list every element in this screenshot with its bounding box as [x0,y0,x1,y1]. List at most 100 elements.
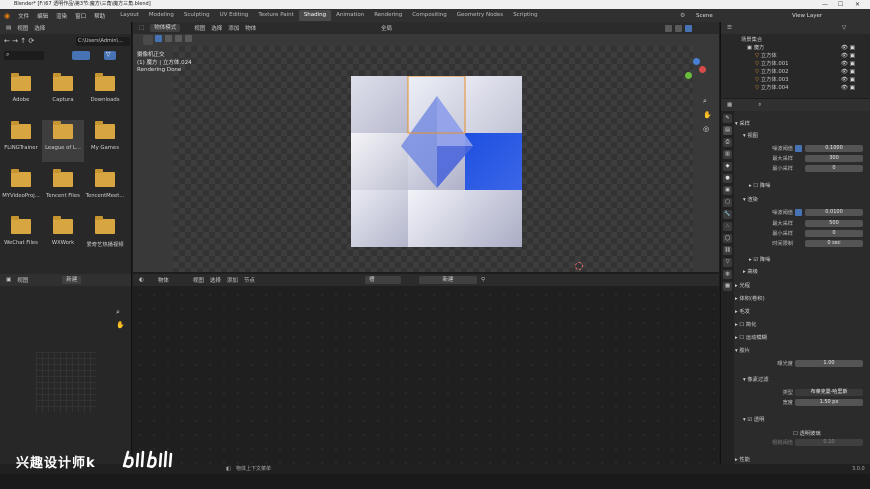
render-min-samples-field[interactable]: 0 [805,230,863,237]
3d-viewport[interactable]: ⬚ 物体模式 视图 选择 添加 物体 全局 摄像机正交 (1) 魔方 | 立方体… [133,22,719,272]
subsection-pixel-filter[interactable]: ▾ 像素过滤 [743,375,870,383]
thumbnail-view-button[interactable] [72,51,90,60]
rendered-shading-icon[interactable] [685,24,692,32]
outliner-object[interactable]: ▽ 立方体.003 [741,76,788,84]
outliner-object[interactable]: ▽ 立方体.002 [741,68,788,76]
subsection-render-denoise[interactable]: ▸ ☑ 降噪 [749,255,870,263]
eye-icon[interactable]: 👁 ▣ [841,68,855,76]
3d-cursor-icon[interactable] [575,262,583,270]
section-light-paths[interactable]: ▸ 光程 [735,281,870,289]
outliner-object[interactable]: ▽ 立方体.004 [741,84,788,92]
tab-geometry-nodes[interactable]: Geometry Nodes [452,10,508,21]
particles-tab-icon[interactable]: ∴ [723,222,732,231]
eye-icon[interactable]: 👁 ▣ [841,84,855,92]
folder-item[interactable]: FLiNGTrainer [0,121,42,151]
subsection-viewport[interactable]: ▾ 视图 [743,131,870,139]
section-volumes[interactable]: ▸ 体积(卷积) [735,294,870,302]
material-tab-icon[interactable]: ◍ [723,270,732,279]
filter-icon[interactable]: ▽ [842,25,846,31]
eye-icon[interactable]: 👁 ▣ [841,52,855,60]
render-noise-checkbox[interactable] [795,209,802,216]
folder-item[interactable]: Captura [42,73,84,103]
material-shading-icon[interactable] [675,24,682,32]
tab-layout[interactable]: Layout [115,10,144,21]
tool-tab-icon[interactable]: ✎ [723,114,732,123]
subsection-viewport-denoise[interactable]: ▸ ☐ 降噪 [749,181,870,189]
vp-menu-view[interactable]: 视图 [194,24,205,32]
view-layer-tab-icon[interactable]: ▥ [723,150,732,159]
section-motion-blur[interactable]: ▸ ☐ 运动模糊 [735,333,870,341]
tab-uv-editing[interactable]: UV Editing [215,10,254,21]
image-new-button[interactable]: 新建 [62,276,82,284]
constraints-tab-icon[interactable]: ⛓ [723,246,732,255]
folder-item[interactable]: Adobe [0,73,42,103]
tab-scripting[interactable]: Scripting [508,10,542,21]
ne-menu-add[interactable]: 添加 [227,276,238,284]
outliner-object[interactable]: ▽ 立方体 [741,52,788,60]
menu-file[interactable]: 文件 [18,12,29,20]
shader-node-editor[interactable]: ◐ 物体 视图 选择 添加 节点 槽 新建 ⚲ [133,274,719,464]
navigation-gizmo[interactable] [681,58,709,86]
search-icon[interactable]: ⌕ [758,102,761,109]
camera-icon[interactable]: ◎ [703,122,712,136]
ne-menu-node[interactable]: 节点 [244,276,255,284]
collection-tab-icon[interactable]: ▣ [723,186,732,195]
editor-type-icon[interactable]: ▤ [6,25,11,31]
folder-item[interactable]: WXWork [42,216,84,246]
scene-selector[interactable]: Scene [696,13,713,19]
select-extend-icon[interactable] [165,35,172,42]
editor-type-icon[interactable]: ⬚ [139,25,144,31]
tab-texture-paint[interactable]: Texture Paint [253,10,299,21]
gizmo-x-icon[interactable] [699,66,706,73]
select-tool-icon[interactable] [143,35,153,45]
section-performance[interactable]: ▸ 性能 [735,455,870,463]
editor-type-icon[interactable]: ☰ [727,25,732,31]
blender-logo-icon[interactable]: ◉ [4,12,10,20]
parent-dir-icon[interactable]: ↑ [20,37,26,45]
slot-selector[interactable]: 槽 [365,276,401,284]
folder-item[interactable]: Downloads [84,73,126,103]
back-icon[interactable]: ← [4,37,10,45]
pan-hand-icon[interactable]: ✋ [703,108,712,122]
menu-edit[interactable]: 编辑 [37,12,48,20]
outliner-object[interactable]: ▽ 立方体.001 [741,60,788,68]
path-field[interactable]: C:\Users\Admin\... [76,37,130,46]
pan-hand-icon[interactable]: ✋ [116,319,125,332]
zoom-icon[interactable]: ⌕ [703,94,712,108]
collection-item[interactable]: ▣ 魔方 [741,44,788,52]
tab-shading[interactable]: Shading [298,10,332,21]
folder-item[interactable]: Tencent Files [42,169,84,199]
tab-sculpting[interactable]: Sculpting [179,10,215,21]
eye-icon[interactable]: 👁 ▣ [841,44,855,52]
transparent-glass-checkbox[interactable]: ☐ 透明玻璃 [793,429,863,437]
subsection-transparent[interactable]: ▾ ☑ 透明 [743,415,870,423]
solid-shading-icon[interactable] [665,24,672,32]
viewport-max-samples-field[interactable]: 300 [805,155,863,162]
mode-selector[interactable]: 物体模式 [150,24,181,32]
render-noise-threshold-field[interactable]: 0.0100 [805,209,863,216]
menu-render[interactable]: 渲染 [56,12,67,20]
render-max-samples-field[interactable]: 500 [805,220,863,227]
section-film[interactable]: ▾ 胶片 [735,346,870,354]
refresh-icon[interactable]: ⟳ [28,37,34,45]
section-simplify[interactable]: ▸ ☐ 简化 [735,320,870,328]
fb-menu-select[interactable]: 选择 [34,24,45,32]
maximize-icon[interactable]: ☐ [838,0,843,9]
folder-item[interactable]: WeChat Files [0,216,42,246]
menu-help[interactable]: 帮助 [94,12,105,20]
tab-compositing[interactable]: Compositing [407,10,451,21]
vp-menu-add[interactable]: 添加 [228,24,239,32]
viewlayer-selector[interactable]: View Layer [792,13,822,19]
select-new-icon[interactable] [155,35,162,42]
subsection-render[interactable]: ▾ 渲染 [743,195,870,203]
folder-item[interactable]: My Games [84,121,126,151]
folder-item-selected[interactable]: League of L... [42,120,84,162]
scene-tab-icon[interactable]: ◆ [723,162,732,171]
output-tab-icon[interactable]: ⎙ [723,138,732,147]
vp-menu-object[interactable]: 物体 [245,24,256,32]
select-invert-icon[interactable] [185,35,192,42]
roughness-threshold-field[interactable]: 0.10 [795,439,863,446]
forward-icon[interactable]: → [12,37,18,45]
filter-type-dropdown[interactable]: 布莱克曼-哈里斯 [795,389,863,396]
render-time-limit-field[interactable]: 0 sec [805,240,863,247]
